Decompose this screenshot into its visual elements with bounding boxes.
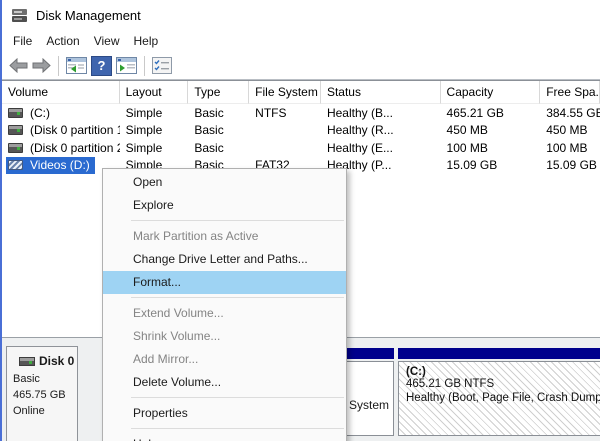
cell-volume: (Disk 0 partition 1) (2, 122, 120, 139)
volume-drive-icon (8, 107, 23, 118)
disk-management-window: Disk Management File Action View Help ? … (0, 0, 600, 441)
menu-item-explore[interactable]: Explore (103, 194, 346, 217)
disk-icon (19, 356, 35, 366)
cell-type: Basic (194, 105, 224, 120)
menu-separator (131, 397, 344, 398)
disk-management-app-icon (12, 8, 27, 22)
column-header-free-spa[interactable]: Free Spa... (540, 81, 600, 104)
menu-help[interactable]: Help (127, 32, 166, 50)
action-pane-button[interactable] (116, 57, 137, 74)
menu-item-open[interactable]: Open (103, 171, 346, 194)
cell-file-system: NTFS (255, 105, 287, 120)
column-header-status[interactable]: Status (320, 81, 441, 104)
toolbar-separator (144, 55, 145, 76)
cell-free-space: 15.09 GB (546, 158, 597, 173)
volume-drive-icon (8, 160, 23, 171)
disk0-panel[interactable]: Disk 0 Basic 465.75 GB Online (6, 346, 78, 441)
cell-type: Basic (194, 140, 224, 155)
cell-free-space: 100 MB (546, 140, 588, 155)
cell-volume: (Disk 0 partition 2) (2, 139, 120, 156)
cell-capacity: 100 MB (446, 140, 488, 155)
column-header-layout[interactable]: Layout (119, 81, 189, 104)
menu-bar: File Action View Help (2, 30, 600, 52)
c-partition-block[interactable]: (C:) 465.21 GB NTFS Healthy (Boot, Page … (398, 348, 600, 436)
help-button[interactable]: ? (91, 55, 112, 76)
cell-capacity: 450 MB (446, 123, 488, 138)
selected-volume: Videos (D:) (6, 156, 95, 174)
cell-type: Basic (194, 123, 224, 138)
disk-status: Online (13, 405, 45, 417)
cell-layout: Simple (125, 140, 163, 155)
menu-item-delete-volume[interactable]: Delete Volume... (103, 371, 346, 394)
column-header-type[interactable]: Type (188, 81, 250, 104)
volume-drive-icon (8, 142, 23, 153)
menu-separator (131, 297, 344, 298)
volume-label: (Disk 0 partition 1) (6, 122, 120, 139)
cell-status: Healthy (E... (326, 140, 393, 155)
cell-layout: Simple (125, 105, 163, 120)
menu-file[interactable]: File (6, 32, 39, 50)
table-row[interactable]: (Disk 0 partition 1) Simple Basic Healthy (… (2, 122, 600, 140)
c-partition-name: (C:) (406, 366, 426, 378)
menu-separator (131, 428, 344, 429)
cell-free-space: 384.55 GB (546, 105, 600, 120)
menu-item-properties[interactable]: Properties (103, 402, 346, 425)
menu-item-mark-partition-as-active: Mark Partition as Active (133, 229, 259, 243)
volume-drive-icon (8, 125, 23, 136)
menu-action[interactable]: Action (39, 32, 86, 50)
menu-item-help[interactable]: Help (103, 433, 346, 441)
console-tree-icon (66, 57, 87, 74)
cell-volume: (C:) (2, 104, 120, 121)
cell-capacity: 15.09 GB (446, 158, 498, 173)
c-partition-status: Healthy (Boot, Page File, Crash Dump (406, 391, 600, 404)
checklist-button[interactable] (152, 57, 172, 74)
cell-status: Healthy (R... (326, 123, 394, 138)
action-pane-icon (116, 57, 137, 74)
window-title: Disk Management (36, 7, 141, 23)
menu-item-shrink-volume: Shrink Volume... (133, 329, 221, 343)
column-header-volume[interactable]: Volume (2, 81, 120, 104)
menu-item-add-mirror: Add Mirror... (133, 352, 199, 366)
volume-name: (C:) (30, 105, 50, 120)
menu-item-change-drive-letter-and-paths[interactable]: Change Drive Letter and Paths... (103, 248, 346, 271)
context-menu: Open Explore Mark Partition as Active Chang… (102, 168, 347, 441)
volume-name: (Disk 0 partition 1) (30, 123, 120, 138)
back-icon (9, 58, 28, 73)
volume-name: (Disk 0 partition 2) (30, 140, 120, 155)
menu-separator (131, 220, 344, 221)
menu-view[interactable]: View (87, 32, 127, 50)
disk-size: 465.75 GB (13, 389, 66, 401)
cell-layout: Simple (125, 123, 163, 138)
cell-capacity: 465.21 GB (446, 105, 504, 120)
forward-icon (32, 58, 51, 73)
c-partition-size: 465.21 GB NTFS (406, 378, 495, 390)
forward-button[interactable] (32, 58, 51, 73)
system-partition-label: System (349, 398, 390, 412)
cell-status: Healthy (B... (326, 105, 393, 120)
checklist-icon (152, 57, 172, 74)
volume-name: Videos (D:) (30, 158, 90, 173)
toolbar-separator (58, 55, 59, 76)
volume-label: (C:) (6, 104, 55, 121)
back-button[interactable] (9, 58, 28, 73)
cell-free-space: 450 MB (546, 123, 588, 138)
volume-list-rows: (C:) Simple Basic NTFS Healthy (B... 465.21 G… (2, 104, 600, 174)
column-header-file-system[interactable]: File System (249, 81, 321, 104)
console-tree-button[interactable] (66, 57, 87, 74)
menu-item-extend-volume: Extend Volume... (133, 306, 224, 320)
disk-name: Disk 0 (39, 354, 75, 368)
table-row[interactable]: (Disk 0 partition 2) Simple Basic Healthy (… (2, 139, 600, 157)
toolbar: ? (2, 52, 600, 80)
partition-color-bar (398, 348, 600, 359)
column-header-capacity[interactable]: Capacity (440, 81, 541, 104)
title-bar: Disk Management (2, 0, 600, 30)
volume-label: (Disk 0 partition 2) (6, 139, 120, 156)
disk-type: Basic (13, 373, 40, 385)
volume-list-header: Volume Layout Type File System Status Capacit… (2, 81, 600, 104)
table-row[interactable]: (C:) Simple Basic NTFS Healthy (B... 465.21 G… (2, 104, 600, 122)
menu-item-format[interactable]: Format... (103, 271, 346, 294)
c-partition-body[interactable]: (C:) 465.21 GB NTFS Healthy (Boot, Page … (398, 361, 600, 436)
